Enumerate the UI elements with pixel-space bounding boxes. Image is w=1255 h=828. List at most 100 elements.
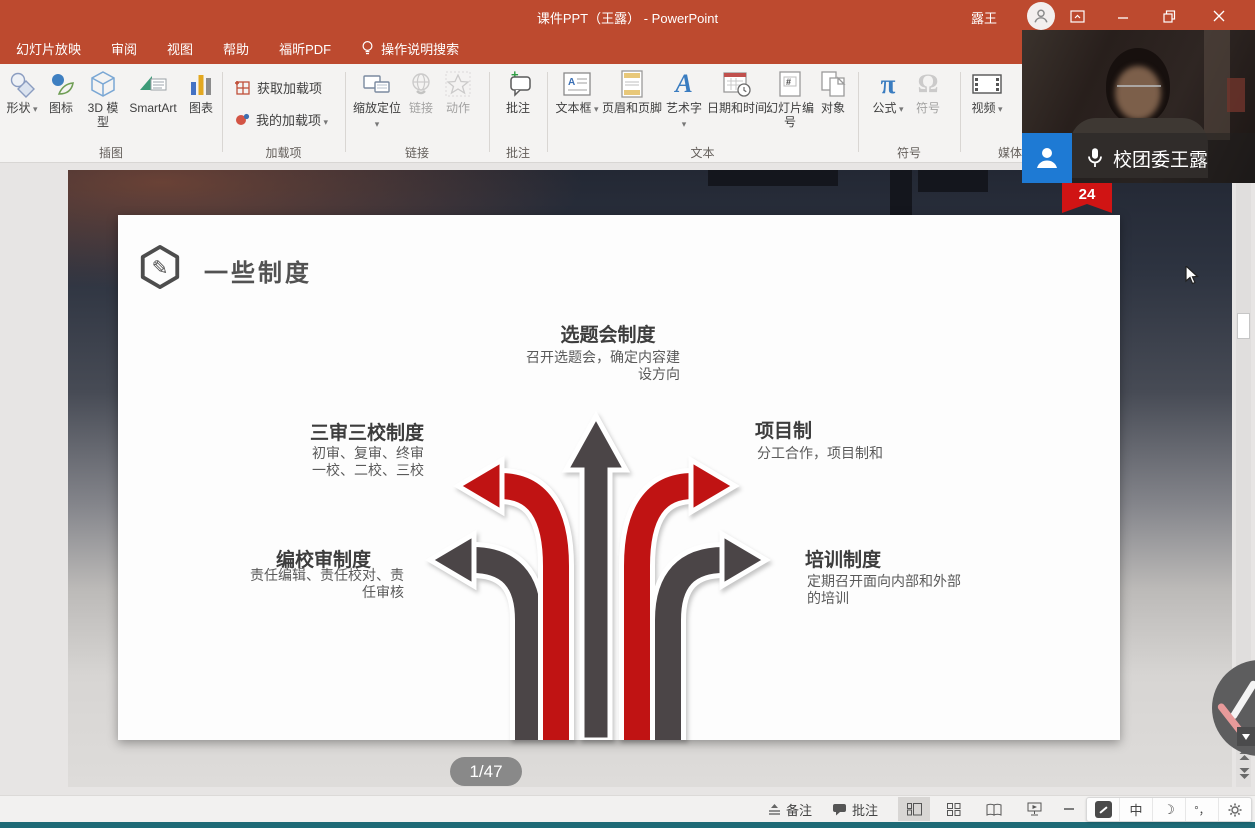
3d-model-label: 3D 模型: [82, 101, 124, 129]
chart-button[interactable]: 图表: [182, 69, 220, 115]
caret-down-icon: [1242, 734, 1250, 740]
ime-punctuation-button[interactable]: °，: [1186, 798, 1219, 821]
zoom-out-button[interactable]: [1058, 796, 1080, 822]
reading-view-button[interactable]: [978, 797, 1010, 821]
notes-label: 备注: [786, 800, 812, 819]
tab-slideshow[interactable]: 幻灯片放映: [16, 39, 81, 58]
tab-foxit-pdf[interactable]: 福昕PDF: [279, 39, 331, 58]
symbol-icon: Ω: [913, 69, 943, 99]
header-footer-label: 页眉和页脚: [602, 101, 662, 115]
svg-text:#: #: [786, 77, 791, 87]
svg-text:✎: ✎: [152, 258, 169, 280]
slide-sorter-icon: [947, 803, 961, 816]
ime-language-mode-button[interactable]: 中: [1120, 798, 1153, 821]
object-button[interactable]: 对象: [814, 69, 852, 115]
slide-number-icon: #: [775, 69, 805, 99]
smartart-button[interactable]: SmartArt: [126, 69, 180, 115]
status-bar: 备注 批注: [0, 795, 1255, 822]
equation-icon: π: [873, 69, 903, 99]
header-footer-button[interactable]: 页眉和页脚: [600, 69, 664, 115]
powerpoint-window: 课件PPT（王露） - PowerPoint 露王 幻灯片放映 审阅 视图 帮助…: [0, 0, 1255, 828]
speaker-info: 校团委王露: [1072, 133, 1255, 183]
ribbon-display-options-button[interactable]: [1055, 0, 1099, 32]
group-divider: [489, 72, 490, 152]
title-bar: 课件PPT（王露） - PowerPoint 露王: [0, 0, 1255, 32]
shapes-icon: [7, 69, 37, 99]
next-slide-button[interactable]: [1238, 766, 1251, 780]
group-divider: [345, 72, 346, 152]
tell-me-search[interactable]: 操作说明搜索: [361, 39, 459, 58]
comment-icon: +: [503, 69, 533, 99]
date-time-label: 日期和时间: [707, 101, 767, 115]
slide-bg-building: [708, 170, 838, 186]
zoom-link-button[interactable]: 缩放定位: [352, 69, 402, 131]
shapes-label: 形状: [6, 101, 37, 116]
textbox-label: 文本框: [555, 101, 598, 116]
comments-icon: [832, 803, 847, 816]
group-divider: [858, 72, 859, 152]
participant-button[interactable]: [1022, 133, 1072, 183]
minimize-button[interactable]: [1101, 0, 1145, 32]
webcam-glasses: [1117, 85, 1161, 97]
restore-icon: [1163, 10, 1176, 23]
tab-help[interactable]: 帮助: [223, 39, 249, 58]
webcam-name-bar: 校团委王露: [1022, 133, 1255, 183]
notes-toggle[interactable]: 备注: [762, 796, 818, 822]
wordart-button[interactable]: A 艺术字: [664, 69, 704, 131]
chart-label: 图表: [189, 101, 213, 115]
scrollbar-thumb[interactable]: [1237, 313, 1250, 339]
shapes-button[interactable]: 形状: [2, 69, 42, 116]
textbox-button[interactable]: A 文本框: [554, 69, 600, 116]
object-label: 对象: [821, 101, 845, 115]
3d-models-button[interactable]: 3D 模型: [82, 69, 124, 129]
restore-button[interactable]: [1147, 0, 1191, 32]
group-divider: [547, 72, 548, 152]
comment-label: 批注: [506, 101, 530, 115]
notes-icon: [768, 803, 781, 816]
tab-view[interactable]: 视图: [167, 39, 193, 58]
heading-three-review: 三审三校制度: [278, 418, 424, 445]
comments-label: 批注: [852, 800, 878, 819]
group-label-comments: 批注: [489, 144, 547, 161]
page-indicator: 1/47: [450, 757, 522, 786]
comments-toggle[interactable]: 批注: [826, 796, 884, 822]
account-avatar[interactable]: [1027, 2, 1055, 30]
minimize-icon: [1117, 10, 1129, 22]
equation-button[interactable]: π 公式: [868, 69, 908, 116]
date-time-button[interactable]: 日期和时间: [706, 69, 768, 115]
get-addins-icon: [234, 79, 251, 96]
my-addins-label: 我的加载项: [256, 110, 328, 129]
body-edit-proof: 责任编辑、责任校对、责 任审核: [242, 567, 404, 601]
webcam-wall-art: [1227, 78, 1245, 112]
normal-view-button[interactable]: [898, 797, 930, 821]
my-addins-button[interactable]: 我的加载项: [234, 110, 328, 129]
slide-number-button[interactable]: # 幻灯片编号: [766, 69, 814, 129]
pen-icon: [1229, 679, 1255, 720]
date-time-icon: [722, 69, 752, 99]
header-footer-icon: [617, 69, 647, 99]
slide-sorter-view-button[interactable]: [938, 797, 970, 821]
close-button[interactable]: [1197, 0, 1241, 32]
slide-bg-building: [918, 170, 988, 192]
video-button[interactable]: 视频: [967, 69, 1007, 116]
icons-button[interactable]: 图标: [44, 69, 78, 115]
action-label: 动作: [446, 101, 470, 115]
slideshow-view-button[interactable]: [1018, 797, 1050, 821]
branching-arrows-graphic: [420, 408, 776, 740]
zoom-slides-icon: [362, 69, 392, 99]
ime-fullwidth-button[interactable]: ☽: [1153, 798, 1186, 821]
ime-logo-button[interactable]: [1087, 798, 1120, 821]
symbol-button: Ω 符号: [908, 69, 948, 115]
new-comment-button[interactable]: + 批注: [494, 69, 542, 115]
link-label: 链接: [409, 101, 433, 115]
ime-settings-button[interactable]: [1219, 798, 1251, 821]
icons-label: 图标: [49, 101, 73, 115]
group-label-illustrations: 插图: [0, 144, 222, 161]
tab-review[interactable]: 审阅: [111, 39, 137, 58]
icons-icon: [46, 69, 76, 99]
smartart-label: SmartArt: [129, 101, 176, 115]
tool-expand-button[interactable]: [1237, 727, 1255, 746]
link-button: 链接: [404, 69, 438, 115]
get-addins-button[interactable]: 获取加载项: [234, 78, 322, 97]
group-label-text: 文本: [547, 144, 858, 161]
